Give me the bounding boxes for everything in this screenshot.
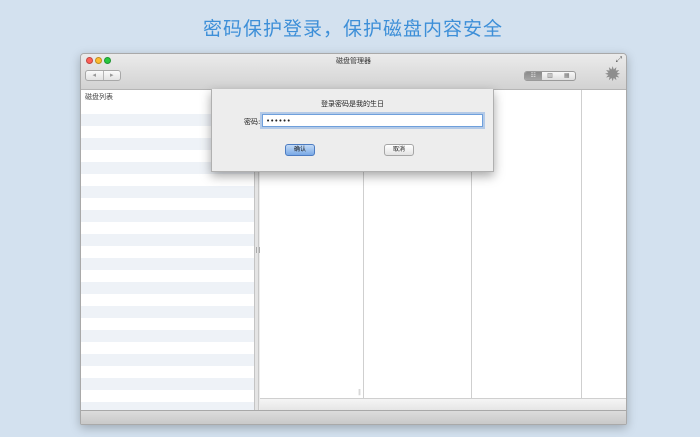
list-item[interactable]	[81, 306, 254, 318]
list-item[interactable]	[81, 402, 254, 410]
window-title: 磁盘管理器	[336, 57, 371, 65]
password-label: 密码:	[244, 118, 261, 126]
column-resize-handle[interactable]: ‖	[358, 389, 361, 396]
list-item[interactable]	[81, 270, 254, 282]
dialog-message: 登录密码是我的生日	[321, 100, 384, 108]
view-grid-button[interactable]: ▦	[558, 72, 575, 80]
list-item[interactable]	[81, 246, 254, 258]
list-item[interactable]	[81, 186, 254, 198]
list-item[interactable]	[81, 342, 254, 354]
list-item[interactable]	[81, 354, 254, 366]
list-item[interactable]	[81, 258, 254, 270]
banner-caption: 密码保护登录，保护磁盘内容安全	[202, 18, 503, 40]
list-item[interactable]	[81, 282, 254, 294]
list-item[interactable]	[81, 222, 254, 234]
list-item[interactable]	[81, 378, 254, 390]
list-item[interactable]	[81, 174, 254, 186]
list-item[interactable]	[81, 318, 254, 330]
cancel-button[interactable]: 取消	[384, 144, 414, 156]
password-input[interactable]	[262, 114, 483, 127]
list-item[interactable]	[81, 234, 254, 246]
gear-icon[interactable]: ✹	[604, 64, 621, 84]
confirm-button[interactable]: 确认	[285, 144, 315, 156]
navigation-buttons: ◂ ▸	[85, 70, 121, 81]
list-item[interactable]	[81, 294, 254, 306]
horizontal-scrollbar[interactable]	[260, 398, 626, 410]
list-item[interactable]	[81, 198, 254, 210]
list-item[interactable]	[81, 390, 254, 402]
view-columns-button[interactable]: ▥	[542, 72, 559, 80]
title-bar: 磁盘管理器 ⤢ ◂ ▸ ☷ ▥ ▦ ✹	[81, 54, 626, 90]
password-dialog: 登录密码是我的生日 密码: 确认 取消	[211, 89, 494, 172]
list-item[interactable]	[81, 330, 254, 342]
view-mode-switch: ☷ ▥ ▦	[524, 71, 576, 81]
forward-button[interactable]: ▸	[104, 71, 121, 80]
view-list-button[interactable]: ☷	[525, 72, 542, 80]
list-item[interactable]	[81, 366, 254, 378]
back-button[interactable]: ◂	[86, 71, 104, 80]
bottom-status-bar	[81, 410, 626, 424]
list-item[interactable]	[81, 210, 254, 222]
